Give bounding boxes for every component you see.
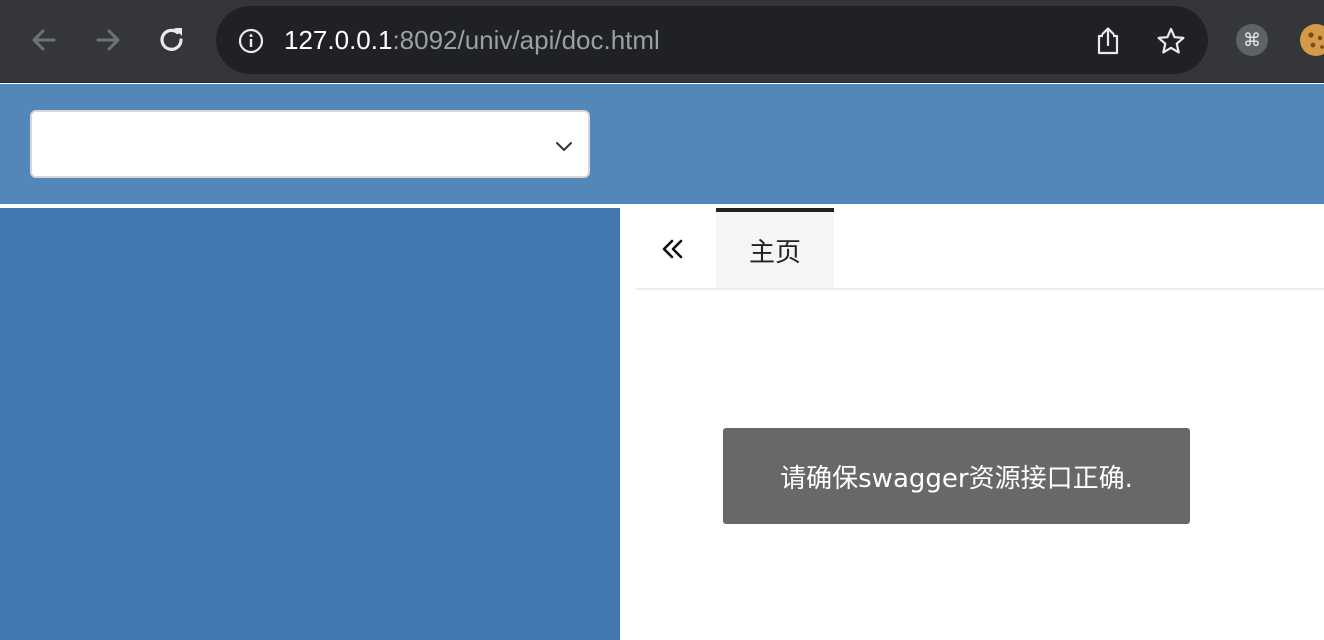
app-header: [0, 84, 1324, 204]
tab-home-label: 主页: [748, 237, 801, 268]
back-button[interactable]: [24, 20, 64, 60]
share-icon[interactable]: [1094, 26, 1122, 56]
url-path: :8092/univ/api/doc.html: [392, 25, 660, 55]
api-group-select[interactable]: [30, 110, 590, 178]
reload-button[interactable]: [152, 20, 192, 60]
star-icon[interactable]: [1156, 26, 1186, 56]
tab-home[interactable]: 主页: [716, 208, 834, 288]
cookie-chips-icon: [1308, 32, 1324, 49]
forward-arrow-icon: [96, 29, 120, 51]
back-arrow-icon: [32, 29, 56, 51]
url-host: 127.0.0.1: [284, 25, 393, 55]
address-bar[interactable]: 127.0.0.1:8092/univ/api/doc.html: [216, 6, 1208, 74]
error-toast: 请确保swagger资源接口正确.: [723, 428, 1190, 524]
double-chevron-left-icon: [662, 239, 683, 259]
chevron-down-icon: [556, 142, 572, 151]
toast-message: 请确保swagger资源接口正确.: [780, 463, 1133, 494]
sidebar-menu: [0, 208, 620, 640]
info-icon[interactable]: [238, 28, 264, 54]
command-key-glyph: ⌘: [1243, 29, 1261, 51]
collapse-sidebar-button[interactable]: [656, 232, 690, 266]
browser-toolbar: 127.0.0.1:8092/univ/api/doc.html ⌘: [0, 0, 1324, 83]
tab-bar: 主页: [636, 208, 1324, 290]
forward-button[interactable]: [88, 20, 128, 60]
command-key-icon[interactable]: ⌘: [1236, 24, 1268, 56]
reload-icon: [160, 28, 183, 51]
main-content: 主页 请确保swagger资源接口正确.: [620, 208, 1324, 640]
url-text[interactable]: 127.0.0.1:8092/univ/api/doc.html: [284, 25, 660, 55]
cookie-icon[interactable]: [1300, 24, 1324, 56]
